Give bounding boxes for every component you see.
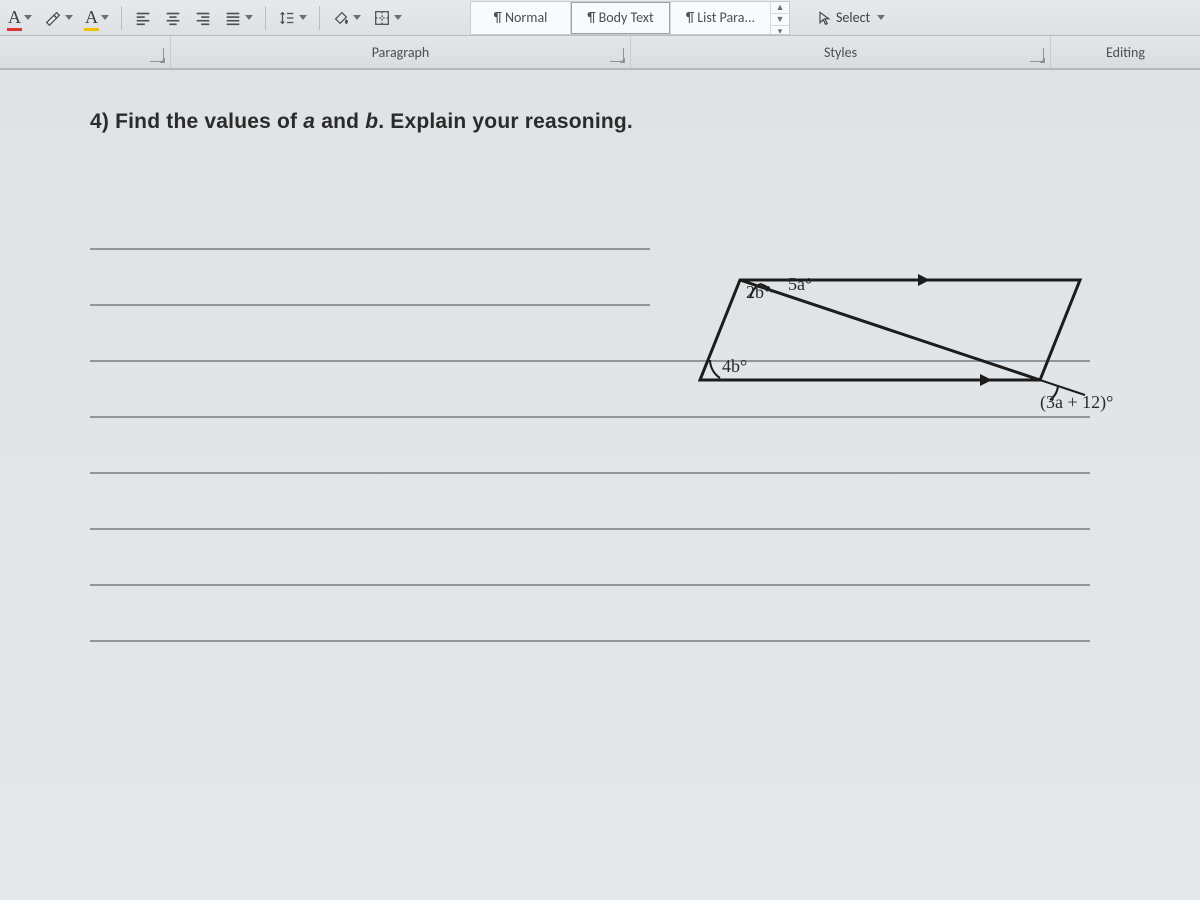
select-label: Select (836, 9, 870, 26)
align-center-icon (164, 9, 182, 27)
align-right-button[interactable] (190, 4, 216, 32)
chevron-down-icon (353, 15, 361, 20)
group-paragraph: Paragraph (170, 36, 630, 68)
answer-line (90, 194, 650, 250)
angle-label-2b: 2b° (746, 282, 771, 303)
question-text: . Explain your reasoning. (378, 110, 633, 133)
angle-label-5a: 5a° (788, 274, 812, 295)
borders-button[interactable] (369, 4, 406, 32)
borders-icon (373, 9, 391, 27)
group-font (0, 36, 170, 68)
group-styles: Styles (630, 36, 1050, 68)
separator (319, 6, 320, 30)
chevron-down-icon (394, 15, 402, 20)
chevron-down-icon (245, 15, 253, 20)
document-area[interactable]: 4) Find the values of a and b. Explain y… (0, 70, 1200, 900)
line-spacing-button[interactable] (274, 4, 311, 32)
angle-label-4b: 4b° (722, 356, 747, 377)
chevron-down-icon[interactable]: ▼ (771, 14, 789, 26)
highlight-swatch (84, 28, 99, 31)
align-left-button[interactable] (130, 4, 156, 32)
cursor-icon (816, 10, 832, 26)
styles-gallery: ¶ Normal ¶ Body Text ¶ List Para... ▲ ▼ … (470, 1, 790, 35)
style-tile-body-text[interactable]: ¶ Body Text (571, 2, 671, 34)
question-var-b: b (365, 110, 378, 133)
group-label-styles: Styles (824, 44, 857, 61)
style-tile-list-para[interactable]: ¶ List Para... (671, 2, 771, 34)
question-prompt: 4) Find the values of a and b. Explain y… (90, 110, 1130, 134)
dialog-launcher-icon[interactable] (610, 48, 624, 62)
font-color-button[interactable]: A (4, 4, 36, 32)
highlighter-icon (44, 9, 62, 27)
select-menu-button[interactable]: Select (810, 4, 891, 32)
align-right-icon (194, 9, 212, 27)
font-color-letter: A (85, 7, 98, 27)
chevron-up-icon[interactable]: ▲ (771, 2, 789, 14)
align-justify-button[interactable] (220, 4, 257, 32)
more-icon[interactable]: ▾ (771, 26, 789, 37)
gallery-scroll[interactable]: ▲ ▼ ▾ (771, 2, 789, 34)
ribbon-toolbar: A A (0, 0, 1200, 36)
question-text: Find the values of (115, 110, 303, 133)
answer-line (90, 586, 1090, 642)
chevron-down-icon (299, 15, 307, 20)
dialog-launcher-icon[interactable] (150, 48, 164, 62)
chevron-down-icon (65, 15, 73, 20)
separator (121, 6, 122, 30)
angle-label-3a12: (3a + 12)° (1040, 392, 1113, 413)
answer-line (90, 250, 650, 306)
group-label-paragraph: Paragraph (372, 44, 430, 61)
answer-line (90, 530, 1090, 586)
align-center-button[interactable] (160, 4, 186, 32)
chevron-down-icon (877, 15, 885, 20)
align-left-icon (134, 9, 152, 27)
paint-bucket-icon (332, 9, 350, 27)
line-spacing-icon (278, 9, 296, 27)
highlight-color-button[interactable] (40, 4, 77, 32)
style-tile-normal[interactable]: ¶ Normal (471, 2, 571, 34)
group-editing: Editing (1050, 36, 1200, 68)
chevron-down-icon (101, 15, 109, 20)
answer-line (90, 474, 1090, 530)
group-label-editing: Editing (1106, 44, 1145, 61)
align-justify-icon (224, 9, 242, 27)
geometry-figure: 2b° 5a° 4b° (3a + 12)° (680, 260, 1100, 460)
font-color-swatch (7, 28, 22, 31)
question-var-a: a (303, 110, 315, 133)
chevron-down-icon (24, 15, 32, 20)
ribbon-groups: Paragraph Styles Editing (0, 36, 1200, 70)
question-text: and (315, 110, 365, 133)
question-number: 4) (90, 110, 109, 133)
separator (265, 6, 266, 30)
dialog-launcher-icon[interactable] (1030, 48, 1044, 62)
font-color-alt-button[interactable]: A (81, 4, 113, 32)
font-color-letter: A (8, 7, 21, 27)
shading-button[interactable] (328, 4, 365, 32)
